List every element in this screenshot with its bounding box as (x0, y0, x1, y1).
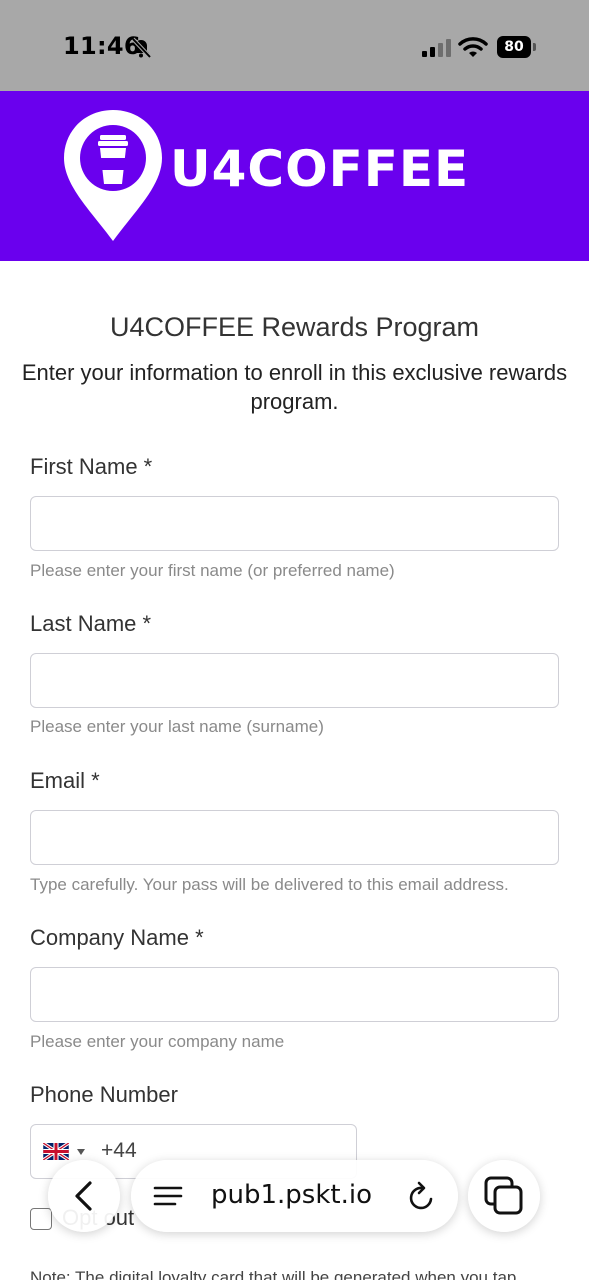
email-input[interactable] (30, 810, 559, 865)
opt-out-checkbox[interactable] (30, 1208, 52, 1230)
battery-tip (533, 43, 536, 51)
reload-icon[interactable] (407, 1180, 437, 1212)
bell-muted-icon (131, 37, 152, 59)
note-text: Note: The digital loyalty card that will… (30, 1268, 517, 1280)
company-name-label: Company Name * (30, 925, 204, 950)
tabs-icon (484, 1176, 523, 1215)
address-bar[interactable]: pub1.pskt.io (131, 1160, 458, 1232)
page-title: U4COFFEE Rewards Program (109, 312, 480, 342)
first-name-input[interactable] (30, 496, 559, 551)
back-chevron-icon (75, 1181, 92, 1211)
page-subtitle: Enter your information to enroll in this… (21, 360, 568, 414)
company-name-input[interactable] (30, 967, 559, 1022)
first-name-help: Please enter your first name (or preferr… (30, 561, 395, 580)
last-name-label: Last Name * (30, 611, 152, 636)
wifi-icon (458, 37, 488, 57)
tabs-button[interactable] (468, 1160, 540, 1232)
email-help: Type carefully. Your pass will be delive… (30, 875, 509, 894)
email-label: Email * (30, 768, 100, 793)
last-name-help: Please enter your last name (surname) (30, 717, 324, 736)
first-name-label: First Name * (30, 454, 153, 479)
status-bar: 11:46 80 (0, 0, 589, 91)
company-name-help: Please enter your company name (30, 1032, 285, 1051)
cell-signal-icon (422, 39, 451, 57)
location-pin-coffee-icon (64, 110, 162, 241)
back-button[interactable] (48, 1160, 120, 1232)
brand-name: U4COFFEE (170, 140, 470, 198)
last-name-input[interactable] (30, 653, 559, 708)
caret-down-icon[interactable] (77, 1149, 85, 1155)
url-text[interactable]: pub1.pskt.io (211, 1180, 372, 1210)
menu-icon[interactable] (153, 1185, 183, 1207)
phone-number-label: Phone Number (30, 1082, 178, 1107)
battery-indicator: 80 (497, 36, 531, 58)
dial-code: +44 (101, 1139, 137, 1162)
uk-flag-icon[interactable] (43, 1143, 69, 1160)
